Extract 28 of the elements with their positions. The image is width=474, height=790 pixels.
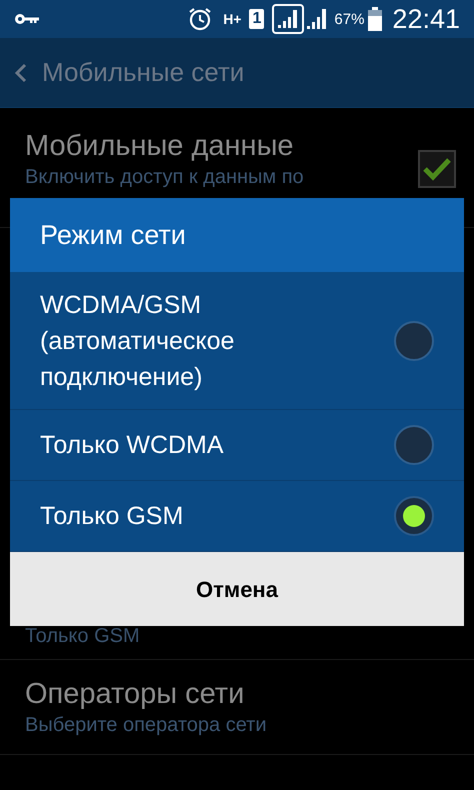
option-label: Только WCDMA [40, 430, 225, 461]
setting-summary: Только GSM [25, 624, 141, 649]
signal-icon [306, 7, 328, 31]
screen-title: Мобильные сети [42, 56, 244, 89]
option-label: WCDMA/GSM (автоматическое подключение) [40, 290, 236, 392]
setting-title: Операторы сети [25, 677, 246, 712]
key-icon [14, 12, 40, 26]
battery-icon [368, 7, 382, 31]
clock: 22:41 [392, 6, 460, 32]
battery-percent: 67% [334, 12, 364, 26]
radio-option[interactable]: Только WCDMA [10, 410, 464, 481]
check-icon [422, 157, 452, 181]
dialog-title: Режим сети [40, 218, 186, 252]
alarm-clock-icon [187, 6, 214, 32]
setting-title: Мобильные данные [25, 129, 295, 164]
setting-summary: Выберите оператора сети [25, 713, 268, 738]
radio-button[interactable] [394, 425, 434, 465]
setting-summary: Включить доступ к данным по [25, 165, 304, 190]
network-type: H+ [223, 12, 242, 26]
checkbox[interactable] [418, 150, 456, 188]
back-icon[interactable] [14, 62, 28, 84]
radio-button[interactable] [394, 320, 434, 360]
radio-button[interactable] [394, 496, 434, 536]
cancel-button[interactable]: Отмена [10, 552, 464, 626]
signal-icon [272, 4, 304, 34]
sim-badge: 1 [249, 9, 264, 29]
option-label: Только GSM [40, 501, 184, 532]
radio-option[interactable]: WCDMA/GSM (автоматическое подключение) [10, 272, 464, 410]
